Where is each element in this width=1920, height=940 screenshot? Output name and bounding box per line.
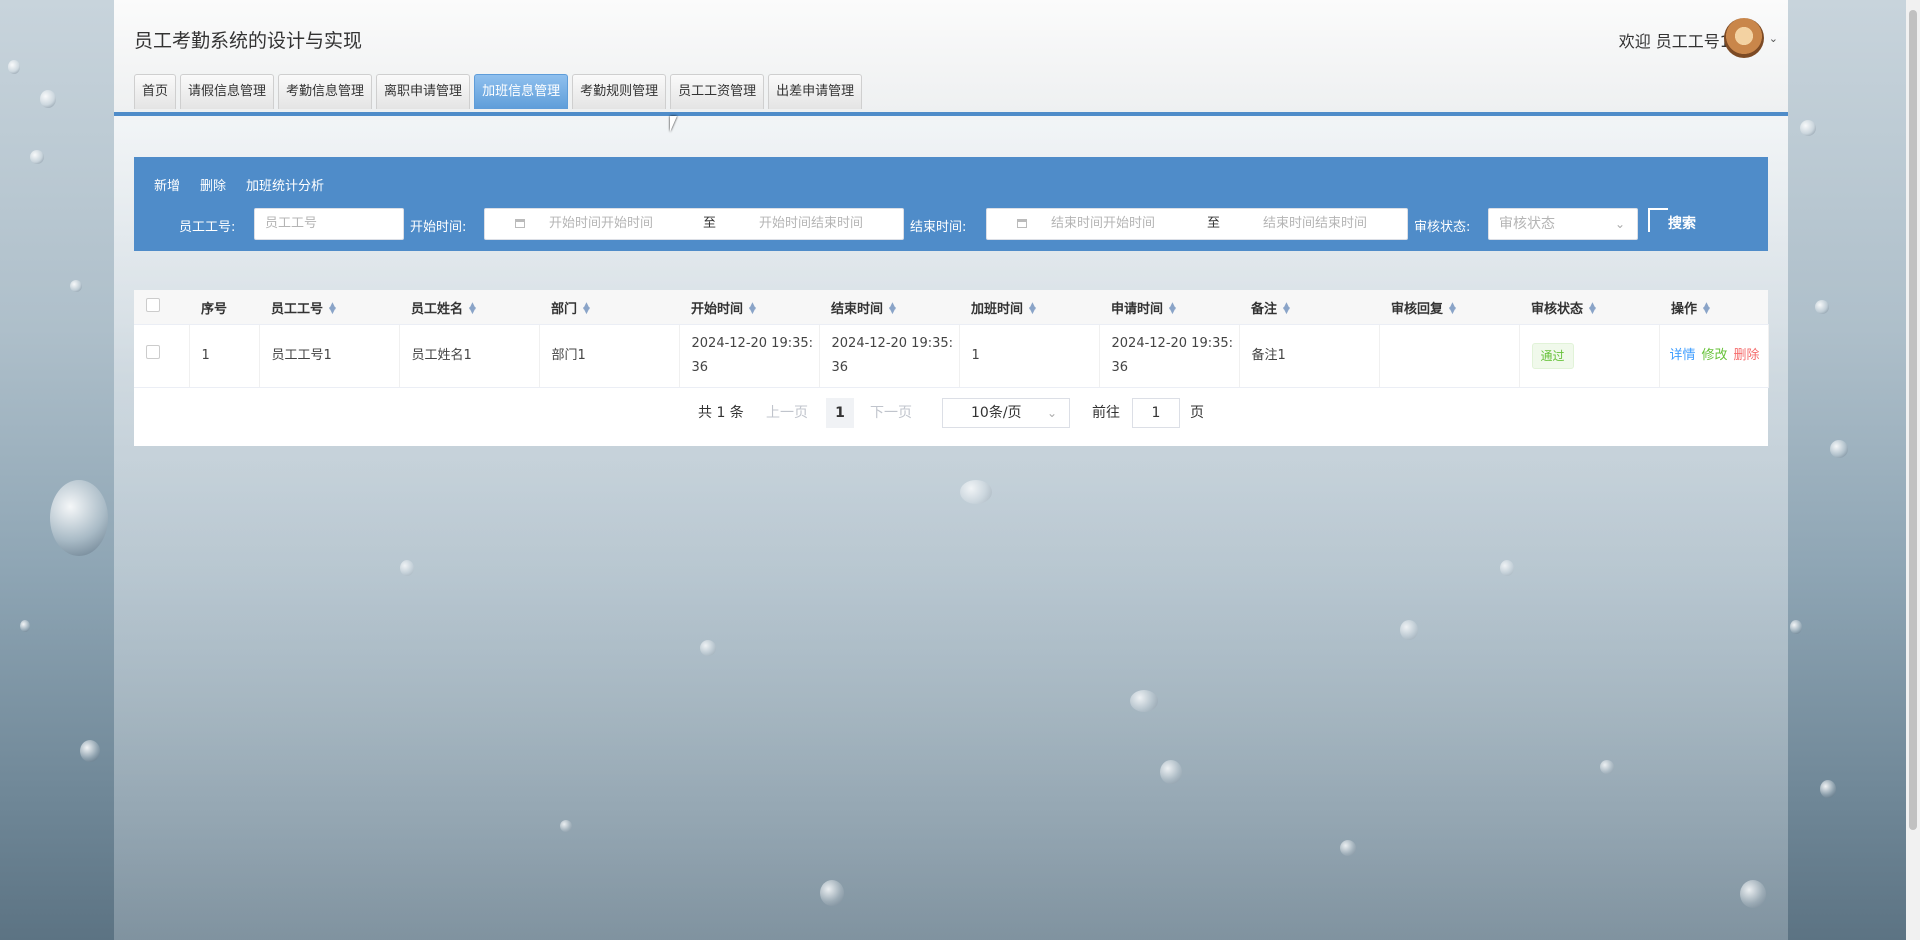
pager-prev[interactable]: 上一页 [766, 398, 808, 428]
user-avatar[interactable] [1724, 18, 1764, 58]
cell-review-status: 通过 [1519, 324, 1660, 388]
sort-icon: ▲ ▼ [1169, 301, 1176, 316]
col-review-status[interactable]: 审核状态 ▲ ▼ [1519, 290, 1659, 325]
emp-no-label: 员工工号: [179, 220, 236, 235]
nav-attendance-rules[interactable]: 考勤规则管理 [572, 74, 667, 109]
start-to-field[interactable]: 开始时间结束时间 [759, 209, 863, 239]
welcome-user: 欢迎 员工工号1 [1618, 32, 1730, 51]
emp-no-input[interactable]: 员工工号 [254, 208, 404, 240]
cell-operations: 详情 修改 删除 [1659, 324, 1769, 388]
mouse-cursor [670, 116, 684, 132]
delete-link[interactable]: 删除 [1734, 348, 1760, 363]
page-size-select[interactable]: 10条/页 ⌄ [942, 398, 1070, 428]
edit-link[interactable]: 修改 [1702, 348, 1728, 363]
col-index: 序号 [189, 290, 259, 325]
search-toolbar: 新增 删除 加班统计分析 员工工号: 员工工号 开始时间: 开始时间开始时间 至… [134, 157, 1768, 251]
calendar-icon [515, 219, 525, 228]
main-nav: 首页 请假信息管理 考勤信息管理 离职申请管理 加班信息管理 考勤规则管理 员工… [134, 74, 863, 109]
overtime-table-panel: 序号 员工工号 ▲ ▼ 员工姓名 ▲ ▼ 部门 ▲ ▼ 开始时间 ▲ ▼ 结束时间 ▲ ▼ 加班时间… [134, 290, 1769, 446]
sort-icon: ▲ ▼ [1449, 301, 1456, 316]
add-button[interactable]: 新增 [154, 175, 180, 194]
top-header: 员工考勤系统的设计与实现 欢迎 员工工号1 ⌄ 首页 请假信息管理 考勤信息管理… [114, 0, 1788, 116]
sort-icon: ▲ ▼ [469, 301, 476, 316]
cell-end-time: 2024-12-20 19:35:36 [819, 324, 960, 388]
col-start-time[interactable]: 开始时间 ▲ ▼ [679, 290, 819, 325]
row-checkbox[interactable] [146, 345, 160, 359]
col-overtime-hours[interactable]: 加班时间 ▲ ▼ [959, 290, 1099, 325]
pager-goto-label: 前往 [1092, 405, 1120, 421]
nav-leave-info[interactable]: 请假信息管理 [180, 74, 275, 109]
end-to-field[interactable]: 结束时间结束时间 [1263, 209, 1367, 239]
nav-salary[interactable]: 员工工资管理 [670, 74, 765, 109]
table-header-row: 序号 员工工号 ▲ ▼ 员工姓名 ▲ ▼ 部门 ▲ ▼ 开始时间 ▲ ▼ 结束时间 ▲ ▼ 加班时间… [134, 290, 1768, 325]
overtime-stats-button[interactable]: 加班统计分析 [246, 175, 324, 194]
pager-total: 共 1 条 [698, 405, 744, 421]
sort-icon: ▲ ▼ [583, 301, 590, 316]
action-buttons: 新增 删除 加班统计分析 [154, 175, 324, 194]
pager-page-unit: 页 [1190, 405, 1204, 421]
col-apply-time[interactable]: 申请时间 ▲ ▼ [1099, 290, 1239, 325]
sort-icon: ▲ ▼ [329, 301, 336, 316]
nav-resignation-apply[interactable]: 离职申请管理 [376, 74, 471, 109]
nav-home[interactable]: 首页 [134, 74, 177, 109]
col-dept[interactable]: 部门 ▲ ▼ [539, 290, 679, 325]
calendar-icon [1017, 219, 1027, 228]
col-emp-name[interactable]: 员工姓名 ▲ ▼ [399, 290, 539, 325]
table-row: 1 员工工号1 员工姓名1 部门1 2024-12-20 19:35:36 20… [134, 324, 1769, 388]
search-button[interactable]: 搜索 [1648, 208, 1696, 240]
cell-remark: 备注1 [1239, 324, 1380, 388]
status-select[interactable]: 审核状态 ⌄ [1488, 208, 1638, 240]
col-remark[interactable]: 备注 ▲ ▼ [1239, 290, 1379, 325]
detail-link[interactable]: 详情 [1670, 348, 1696, 363]
sort-icon: ▲ ▼ [1283, 301, 1290, 316]
start-from-field[interactable]: 开始时间开始时间 [549, 209, 653, 239]
sort-icon: ▲ ▼ [1703, 301, 1710, 316]
end-from-field[interactable]: 结束时间开始时间 [1051, 209, 1155, 239]
select-all-checkbox[interactable] [146, 298, 160, 312]
cell-apply-time: 2024-12-20 19:35:36 [1099, 324, 1240, 388]
app-window: 员工考勤系统的设计与实现 欢迎 员工工号1 ⌄ 首页 请假信息管理 考勤信息管理… [114, 0, 1788, 940]
status-badge: 通过 [1531, 343, 1574, 369]
page-scrollbar[interactable] [1906, 0, 1920, 940]
chevron-down-icon[interactable]: ⌄ [1769, 32, 1778, 45]
system-title: 员工考勤系统的设计与实现 [134, 30, 363, 52]
chevron-down-icon: ⌄ [1614, 217, 1625, 231]
end-time-label: 结束时间: [910, 220, 967, 235]
pager-next[interactable]: 下一页 [870, 398, 912, 428]
cell-dept: 部门1 [539, 324, 680, 388]
cell-review-reply [1379, 324, 1520, 388]
sort-icon: ▲ ▼ [749, 301, 756, 316]
sort-icon: ▲ ▼ [1029, 301, 1036, 316]
cell-index: 1 [189, 324, 260, 388]
sort-icon: ▲ ▼ [1589, 301, 1596, 316]
nav-business-trip[interactable]: 出差申请管理 [768, 74, 863, 109]
start-time-range-picker[interactable]: 开始时间开始时间 至 开始时间结束时间 [484, 208, 904, 240]
nav-attendance-info[interactable]: 考勤信息管理 [278, 74, 373, 109]
col-emp-no[interactable]: 员工工号 ▲ ▼ [259, 290, 399, 325]
col-review-reply[interactable]: 审核回复 ▲ ▼ [1379, 290, 1519, 325]
pager-goto-input[interactable]: 1 [1132, 398, 1180, 428]
cell-overtime-hours: 1 [959, 324, 1100, 388]
pagination: 共 1 条 上一页 1 下一页 10条/页 ⌄ 前往 1 页 [134, 398, 1768, 430]
end-time-range-picker[interactable]: 结束时间开始时间 至 结束时间结束时间 [986, 208, 1408, 240]
scrollbar-thumb[interactable] [1909, 10, 1917, 830]
chevron-down-icon: ⌄ [1046, 406, 1057, 420]
delete-button[interactable]: 删除 [200, 175, 226, 194]
cell-emp-no: 员工工号1 [259, 324, 400, 388]
col-end-time[interactable]: 结束时间 ▲ ▼ [819, 290, 959, 325]
col-operations[interactable]: 操作 ▲ ▼ [1659, 290, 1768, 325]
pager-page-1[interactable]: 1 [826, 398, 854, 428]
search-row: 员工工号: 员工工号 开始时间: 开始时间开始时间 至 开始时间结束时间 结束时… [134, 208, 1768, 240]
overtime-table: 序号 员工工号 ▲ ▼ 员工姓名 ▲ ▼ 部门 ▲ ▼ 开始时间 ▲ ▼ 结束时间 ▲ ▼ 加班时间… [134, 290, 1769, 388]
cell-start-time: 2024-12-20 19:35:36 [679, 324, 820, 388]
nav-overtime-info[interactable]: 加班信息管理 [474, 74, 569, 109]
status-label: 审核状态: [1414, 220, 1471, 235]
start-time-label: 开始时间: [410, 220, 467, 235]
cell-emp-name: 员工姓名1 [399, 324, 540, 388]
sort-icon: ▲ ▼ [889, 301, 896, 316]
